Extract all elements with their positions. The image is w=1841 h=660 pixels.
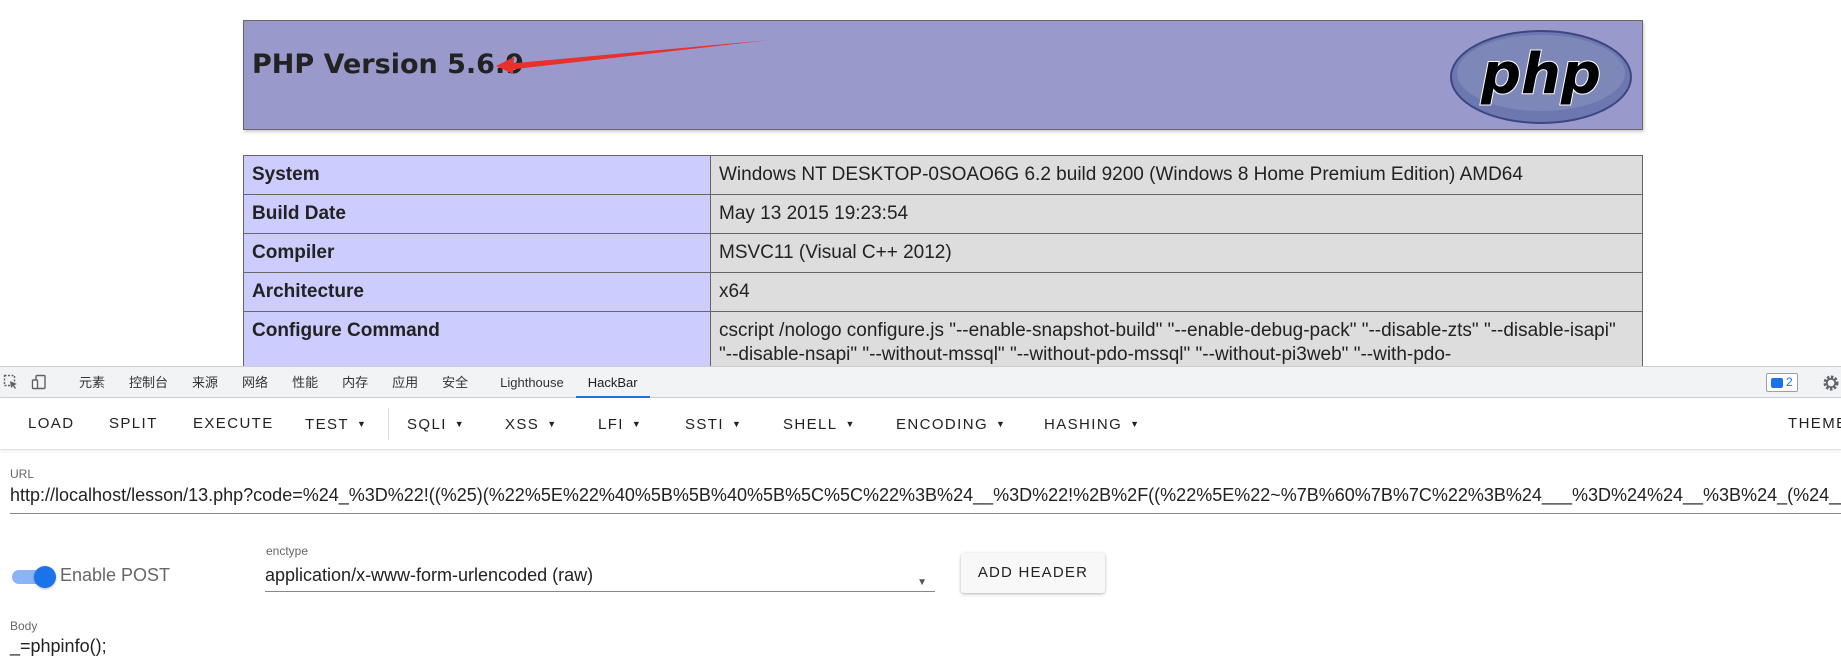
tab-devtools-1[interactable]: 控制台	[117, 367, 180, 398]
row-value: x64	[710, 272, 1643, 312]
gear-icon[interactable]	[1822, 374, 1840, 392]
table-row: System Windows NT DESKTOP-0SOAO6G 6.2 bui…	[243, 155, 1643, 195]
device-toolbar-icon[interactable]	[31, 374, 47, 390]
test-dropdown[interactable]: TEST ▼	[305, 398, 366, 450]
enctype-label: enctype	[266, 544, 309, 558]
chevron-down-icon: ▼	[356, 419, 366, 429]
row-value: cscript /nologo configure.js "--enable-s…	[710, 311, 1643, 366]
tab-hackbar[interactable]: HackBar	[575, 367, 650, 398]
tab-label: 性能	[292, 375, 319, 390]
tab-label: HackBar	[587, 375, 638, 390]
enable-post-label: Enable POST	[60, 565, 171, 585]
chevron-down-icon: ▼	[731, 419, 741, 429]
hashing-dropdown[interactable]: HASHING ▼	[1044, 398, 1139, 450]
row-key: Architecture	[243, 272, 711, 312]
chevron-down-icon: ▼	[996, 419, 1005, 429]
tab-label: 内存	[342, 375, 369, 390]
table-row: Configure Command cscript /nologo configu…	[243, 311, 1643, 366]
row-value: May 13 2015 19:23:54	[710, 194, 1643, 234]
chevron-down-icon: ▼	[1130, 419, 1140, 429]
phpinfo-table: System Windows NT DESKTOP-0SOAO6G 6.2 bui…	[243, 155, 1643, 366]
row-value: Windows NT DESKTOP-0SOAO6G 6.2 build 920…	[710, 155, 1643, 195]
execute-button[interactable]: EXECUTE	[193, 398, 274, 450]
tab-devtools-3[interactable]: 网络	[230, 367, 280, 398]
tab-label: 安全	[442, 375, 469, 390]
phpinfo-header: PHP Version 5.6.9 php	[243, 20, 1643, 130]
tab-lighthouse[interactable]: Lighthouse	[488, 367, 576, 398]
chevron-down-icon: ▼	[631, 419, 641, 429]
encoding-dropdown[interactable]: ENCODING ▼	[896, 398, 1005, 450]
chevron-down-icon: ▼	[845, 419, 855, 429]
php-logo-text: php	[1480, 42, 1601, 107]
body-label: Body	[10, 619, 38, 633]
phpinfo-page: PHP Version 5.6.9 php System Windows NT D…	[0, 0, 1841, 366]
row-key: Configure Command	[243, 311, 711, 366]
split-button[interactable]: SPLIT	[109, 398, 158, 450]
message-icon	[1771, 377, 1783, 388]
devtools-tabbar: 元素 控制台 来源 网络 性能 内存 应用 安全 Lighthouse HackBar 2	[0, 366, 1841, 398]
inspect-icon[interactable]	[3, 374, 19, 390]
tab-devtools-7[interactable]: 安全	[430, 367, 480, 398]
enable-post-toggle[interactable]	[12, 566, 56, 588]
theme-button[interactable]: THEME	[1788, 398, 1841, 450]
table-row: Compiler MSVC11 (Visual C++ 2012)	[243, 233, 1643, 273]
tab-label: 应用	[392, 375, 419, 390]
tab-label: Lighthouse	[500, 375, 564, 390]
tab-label: 元素	[79, 375, 106, 390]
toolbar-divider	[388, 408, 389, 440]
table-row: Architecture x64	[243, 272, 1643, 312]
message-badge[interactable]: 2	[1766, 373, 1798, 392]
shell-dropdown[interactable]: SHELL ▼	[783, 398, 854, 450]
chevron-down-icon: ▼	[917, 577, 927, 588]
sqli-dropdown[interactable]: SQLI ▼	[407, 398, 464, 450]
tab-devtools-0[interactable]: 元素	[67, 367, 117, 398]
php-logo: php	[1450, 30, 1632, 124]
xss-dropdown[interactable]: XSS ▼	[505, 398, 556, 450]
devtools-tabs: 元素 控制台 来源 网络 性能 内存 应用 安全 Lighthouse HackBar	[67, 367, 650, 398]
hackbar-toolbar: LOAD SPLIT EXECUTE TEST ▼ SQLI ▼ XSS ▼ LFI ▼…	[0, 398, 1841, 450]
row-key: Build Date	[243, 194, 711, 234]
add-header-button[interactable]: ADD HEADER	[961, 553, 1105, 593]
tab-label: 控制台	[129, 375, 169, 390]
lfi-dropdown[interactable]: LFI ▼	[598, 398, 641, 450]
load-button[interactable]: LOAD	[28, 398, 74, 450]
tab-label: 来源	[192, 375, 219, 390]
row-key: System	[243, 155, 711, 195]
ssti-dropdown[interactable]: SSTI ▼	[685, 398, 741, 450]
enctype-value: application/x-www-form-urlencoded (raw)	[265, 565, 594, 585]
chevron-down-icon: ▼	[454, 419, 464, 429]
tab-label: 网络	[242, 375, 269, 390]
tab-devtools-6[interactable]: 应用	[380, 367, 430, 398]
row-value: MSVC11 (Visual C++ 2012)	[710, 233, 1643, 273]
devtools-panel: 元素 控制台 来源 网络 性能 内存 应用 安全 Lighthouse HackBar 2 LOA…	[0, 366, 1841, 660]
tab-devtools-4[interactable]: 性能	[280, 367, 330, 398]
url-label: URL	[10, 467, 35, 481]
body-field[interactable]: _=phpinfo();	[10, 634, 1841, 660]
row-key: Compiler	[243, 233, 711, 273]
tab-devtools-2[interactable]: 来源	[180, 367, 230, 398]
chevron-down-icon: ▼	[547, 419, 557, 429]
enctype-select[interactable]: application/x-www-form-urlencoded (raw) …	[265, 562, 935, 592]
php-version-title: PHP Version 5.6.9	[252, 49, 524, 80]
table-row: Build Date May 13 2015 19:23:54	[243, 194, 1643, 234]
message-count: 2	[1786, 375, 1793, 389]
tab-devtools-5[interactable]: 内存	[330, 367, 380, 398]
url-field[interactable]: http://localhost/lesson/13.php?code=%24_…	[10, 482, 1841, 514]
